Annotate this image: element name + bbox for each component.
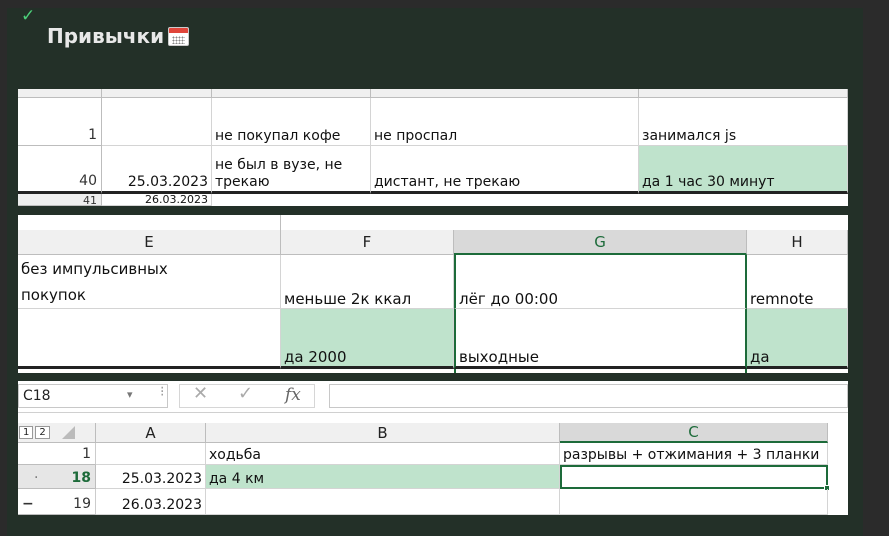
column-header[interactable]: [212, 89, 371, 98]
cell-remnote[interactable]: remnote: [747, 255, 848, 309]
cell-impulse-purchases[interactable]: без импульсивных покупок: [18, 255, 281, 309]
cell-date[interactable]: 25.03.2023: [96, 465, 206, 489]
outline-dot-icon: ·: [34, 470, 39, 486]
row-header[interactable]: 1: [18, 98, 102, 146]
collapse-group-icon[interactable]: −: [22, 496, 34, 512]
column-header-e[interactable]: E: [18, 230, 281, 255]
cell-workout[interactable]: [560, 489, 828, 515]
enter-checkmark-icon[interactable]: ✓: [238, 383, 253, 404]
cell-date[interactable]: 26.03.2023: [96, 489, 206, 515]
cell-habit-js[interactable]: да 1 час 30 минут: [639, 146, 848, 194]
cell-habit-oversleep[interactable]: не проспал: [371, 98, 639, 146]
page-title-text: Привычки: [47, 24, 165, 48]
row-header[interactable]: 1: [18, 443, 96, 465]
cell-habit-coffee[interactable]: не был в вузе, не трекаю: [212, 146, 371, 194]
column-header-c[interactable]: C: [560, 423, 828, 443]
select-all-corner: [18, 89, 102, 98]
vertical-dots-icon: ⁝: [160, 384, 165, 400]
formula-bar: C18 ▾ ⁝ ✕ ✓ fx: [18, 381, 848, 413]
insert-function-icon[interactable]: fx: [285, 385, 301, 405]
cell-calories[interactable]: да 2000: [281, 309, 454, 369]
cell-walking-header[interactable]: ходьба: [206, 443, 560, 465]
spreadsheet-screenshot-2: E F G H без импульсивных покупок меньше …: [18, 215, 848, 373]
column-header[interactable]: [371, 89, 639, 98]
cell-date[interactable]: [102, 98, 212, 146]
selection-border: [454, 369, 747, 373]
cell-walking[interactable]: [206, 489, 560, 515]
cancel-icon[interactable]: ✕: [193, 383, 208, 404]
select-all-corner[interactable]: [61, 426, 75, 439]
cell-habit-oversleep[interactable]: дистант, не трекаю: [371, 146, 639, 194]
column-header[interactable]: [102, 89, 212, 98]
cell-remnote[interactable]: да: [747, 309, 848, 369]
cell-date[interactable]: 26.03.2023: [102, 194, 212, 206]
cell-date[interactable]: 25.03.2023: [102, 146, 212, 194]
calendar-icon: [168, 27, 190, 46]
outline-level-2-button[interactable]: 2: [35, 426, 50, 439]
cell-habit-js[interactable]: занимался js: [639, 98, 848, 146]
column-header-b[interactable]: B: [206, 423, 560, 443]
column-header[interactable]: [639, 89, 848, 98]
name-box[interactable]: C18 ▾: [18, 384, 168, 408]
cell-date[interactable]: [96, 443, 206, 465]
checkmark-icon: ✓: [21, 6, 36, 26]
blank-header: [828, 423, 848, 443]
spreadsheet-screenshot-1: 1 не покупал кофе не проспал занимался j…: [18, 89, 848, 206]
row-number: 18: [71, 470, 91, 486]
chevron-down-icon[interactable]: ▾: [127, 388, 133, 401]
cell-walking[interactable]: да 4 км: [206, 465, 560, 489]
column-header-e[interactable]: [18, 215, 281, 230]
page-title: Привычки: [47, 24, 190, 48]
column-header-f[interactable]: F: [281, 230, 454, 255]
column-header-a[interactable]: A: [96, 423, 206, 443]
row-header[interactable]: 40: [18, 146, 102, 194]
column-header-h[interactable]: H: [747, 230, 848, 255]
outline-level-1-button[interactable]: 1: [19, 426, 34, 439]
row-header-19[interactable]: − 19: [18, 489, 96, 515]
column-header-g[interactable]: G: [454, 230, 747, 255]
cell-bedtime[interactable]: выходные: [454, 309, 747, 369]
cell-workout-selected[interactable]: [560, 465, 828, 489]
row-header-18[interactable]: · 18: [18, 465, 96, 489]
row-number: 19: [73, 496, 91, 512]
outline-levels: 1 2: [18, 423, 96, 443]
row-header[interactable]: 41: [18, 194, 102, 206]
spreadsheet-screenshot-3: C18 ▾ ⁝ ✕ ✓ fx 1 2 A B C 1 ходьба разрыв…: [18, 381, 848, 515]
cell-habit-coffee[interactable]: не покупал кофе: [212, 98, 371, 146]
cell-workout-header[interactable]: разрывы + отжимания + 3 планки: [560, 443, 828, 465]
cell-calories[interactable]: меньше 2к ккал: [281, 255, 454, 309]
cell-bedtime[interactable]: лёг до 00:00: [454, 255, 747, 309]
cell-impulse-purchases[interactable]: [18, 309, 281, 369]
name-box-value: C18: [23, 388, 51, 404]
formula-input[interactable]: [329, 384, 848, 408]
